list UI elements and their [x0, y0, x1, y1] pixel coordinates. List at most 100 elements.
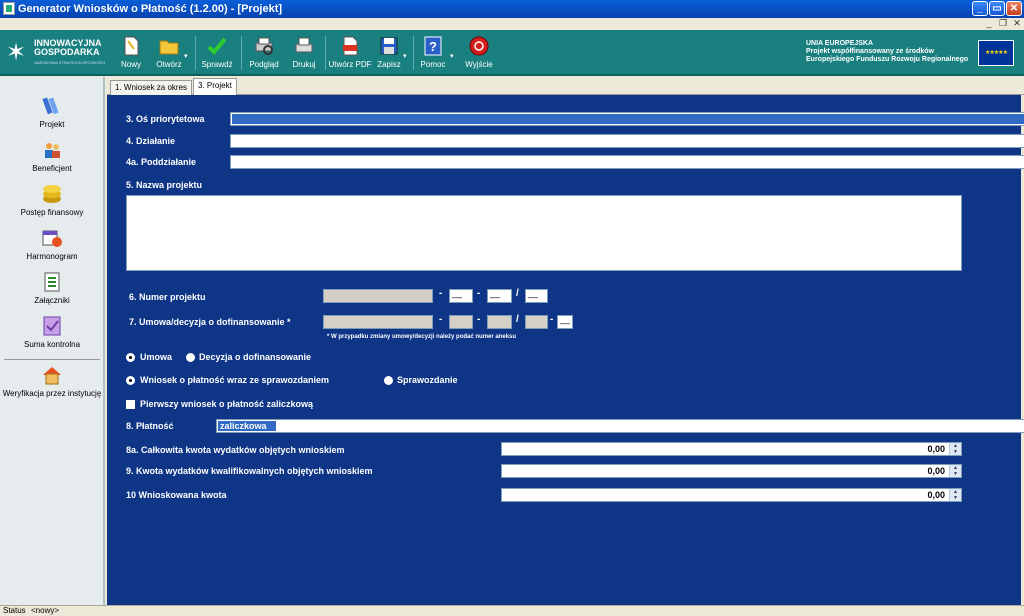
sidebar-item-projekt[interactable]: Projekt — [0, 95, 104, 129]
logo-text: INNOWACYJNA GOSPODARKA — [34, 38, 102, 57]
sprawozdanie-radio[interactable] — [384, 376, 393, 385]
save-button[interactable]: Zapisz — [375, 35, 403, 73]
title-bar: Generator Wniosków o Płatność (1.2.00) -… — [0, 0, 1024, 18]
attachments-icon — [44, 272, 60, 292]
status-value: <nowy> — [31, 606, 60, 615]
help-icon: ? — [424, 36, 442, 56]
platnosc-select[interactable]: zaliczkowa ▼ — [216, 419, 1024, 433]
kwota-8a-input[interactable]: 0,00 ▲ ▼ — [501, 442, 962, 456]
dash-separator: - — [477, 288, 481, 299]
print-button[interactable]: Drukuj — [287, 35, 321, 73]
sprawozdanie-radio-label: Sprawozdanie — [397, 375, 458, 385]
toolbar-separator — [325, 36, 326, 70]
umowa-part3-field[interactable] — [487, 315, 512, 329]
kwota-8a-label: 8a. Całkowita kwota wydatków objętych wn… — [126, 445, 345, 455]
sidebar-item-postep-finansowy[interactable]: Postęp finansowy — [0, 183, 104, 217]
close-button[interactable]: ✕ — [1006, 1, 1022, 16]
umowa-part2-field[interactable] — [449, 315, 473, 329]
umowa-annex-field[interactable]: __ — [557, 314, 573, 329]
create-pdf-button[interactable]: Utwórz PDF — [328, 35, 372, 73]
status-bar: Status <nowy> — [0, 605, 1024, 616]
print-preview-icon — [255, 37, 273, 55]
decyzja-radio[interactable] — [186, 353, 195, 362]
dash-separator: - — [477, 314, 481, 325]
dash-separator: - — [439, 314, 443, 325]
kwota-9-input[interactable]: 0,00 ▲ ▼ — [501, 464, 962, 478]
people-icon — [45, 143, 60, 158]
svg-text:?: ? — [429, 39, 437, 54]
open-dropdown-icon[interactable]: ▾ — [184, 52, 188, 60]
sidebar-item-suma-kontrolna[interactable]: Suma kontrolna — [0, 315, 104, 349]
mdi-restore-button[interactable]: ❐ — [997, 19, 1009, 29]
pierwszy-wniosek-zaliczkowy-checkbox[interactable] — [126, 400, 135, 409]
kwota-10-label: 10 Wnioskowana kwota — [126, 490, 227, 500]
mdi-minimize-button[interactable]: _ — [983, 19, 995, 29]
checkmark-icon — [207, 37, 227, 55]
wniosek-radio-label: Wniosek o płatność wraz ze sprawozdaniem — [140, 375, 330, 385]
os-priorytetowa-select[interactable]: ▼ — [230, 112, 1024, 126]
new-document-icon — [124, 36, 139, 56]
tab-wniosek-za-okres[interactable]: 1. Wniosek za okres — [110, 80, 193, 95]
check-button[interactable]: Sprawdź — [200, 35, 234, 73]
platnosc-label: 8. Płatność — [126, 421, 174, 431]
open-button[interactable]: Otwórz — [152, 35, 186, 73]
checksum-icon — [43, 316, 61, 336]
logo-subtext: NARODOWA STRATEGIA SPÓJNOŚCI — [34, 60, 106, 65]
os-priorytetowa-label: 3. Oś priorytetowa — [126, 114, 205, 124]
help-dropdown-icon[interactable]: ▾ — [450, 52, 454, 60]
umowa-year-field[interactable] — [525, 315, 548, 329]
spinner-arrows-icon[interactable]: ▲ ▼ — [949, 489, 961, 501]
sidebar: Projekt Beneficjent Postęp finansowy Har… — [0, 77, 105, 605]
toolbar-separator — [413, 36, 414, 70]
toolbar: ✶ INNOWACYJNA GOSPODARKA NARODOWA STRATEG… — [0, 30, 1024, 76]
numer-projektu-prefix-field[interactable] — [323, 289, 433, 303]
menu-bar: _ ❐ ✕ — [0, 18, 1024, 30]
pierwszy-wniosek-checkbox-label: Pierwszy wniosek o płatność zaliczkową — [140, 399, 314, 409]
logo-star-icon: ✶ — [6, 39, 27, 66]
app-icon — [3, 2, 15, 15]
sidebar-item-harmonogram[interactable]: Harmonogram — [0, 227, 104, 261]
eu-funding-text: UNIA EUROPEJSKA Projekt współfinansowany … — [806, 40, 969, 63]
sidebar-item-beneficjent[interactable]: Beneficjent — [0, 139, 104, 173]
preview-button[interactable]: Podgląd — [246, 35, 282, 73]
books-icon — [42, 97, 59, 115]
sidebar-item-zalaczniki[interactable]: Załączniki — [0, 271, 104, 305]
sidebar-divider — [4, 359, 100, 360]
new-button[interactable]: Nowy — [117, 35, 145, 73]
numer-projektu-year-field[interactable]: __ — [525, 288, 548, 303]
dzialanie-select[interactable]: ▼ — [230, 134, 1024, 148]
nazwa-projektu-textarea[interactable] — [126, 195, 962, 271]
floppy-disk-icon — [380, 37, 398, 55]
spinner-arrows-icon[interactable]: ▲ ▼ — [949, 443, 961, 455]
kwota-10-input[interactable]: 0,00 ▲ ▼ — [501, 488, 962, 502]
dash-separator: - — [550, 314, 554, 325]
numer-projektu-label: 6. Numer projektu — [129, 292, 206, 302]
help-button[interactable]: ? Pomoc — [418, 35, 448, 73]
poddzialanie-label: 4a. Poddziałanie — [126, 157, 197, 167]
poddzialanie-select[interactable]: ▼ — [230, 155, 1024, 169]
numer-projektu-part2-field[interactable]: __ — [449, 288, 473, 303]
wniosek-ze-sprawozdaniem-radio[interactable] — [126, 376, 135, 385]
dzialanie-label: 4. Działanie — [126, 136, 176, 146]
save-dropdown-icon[interactable]: ▾ — [403, 52, 407, 60]
numer-projektu-part3-field[interactable]: __ — [487, 288, 512, 303]
umowa-decyzja-label: 7. Umowa/decyzja o dofinansowanie * — [129, 317, 291, 327]
slash-separator: / — [516, 288, 519, 299]
maximize-button[interactable]: ▭ — [989, 1, 1005, 16]
decyzja-radio-label: Decyzja o dofinansowanie — [199, 352, 312, 362]
calendar-clock-icon — [42, 230, 62, 247]
exit-button[interactable]: Wyjście — [462, 35, 496, 73]
platnosc-value: zaliczkowa — [220, 421, 267, 431]
house-icon — [43, 367, 61, 385]
minimize-button[interactable]: _ — [972, 1, 988, 16]
sidebar-item-weryfikacja[interactable]: Weryfikacja przez instytucję — [0, 364, 104, 398]
spinner-arrows-icon[interactable]: ▲ ▼ — [949, 465, 961, 477]
umowa-prefix-field[interactable] — [323, 315, 433, 329]
project-form: 3. Oś priorytetowa ▼ 4. Działanie ▼ 4a. … — [107, 95, 1024, 605]
tab-projekt[interactable]: 3. Projekt — [193, 78, 237, 95]
pdf-icon — [343, 36, 358, 56]
umowa-radio[interactable] — [126, 353, 135, 362]
innowacyjna-gospodarka-logo: ✶ INNOWACYJNA GOSPODARKA NARODOWA STRATEG… — [4, 35, 112, 71]
mdi-close-button[interactable]: ✕ — [1011, 19, 1023, 29]
umowa-radio-label: Umowa — [140, 352, 173, 362]
